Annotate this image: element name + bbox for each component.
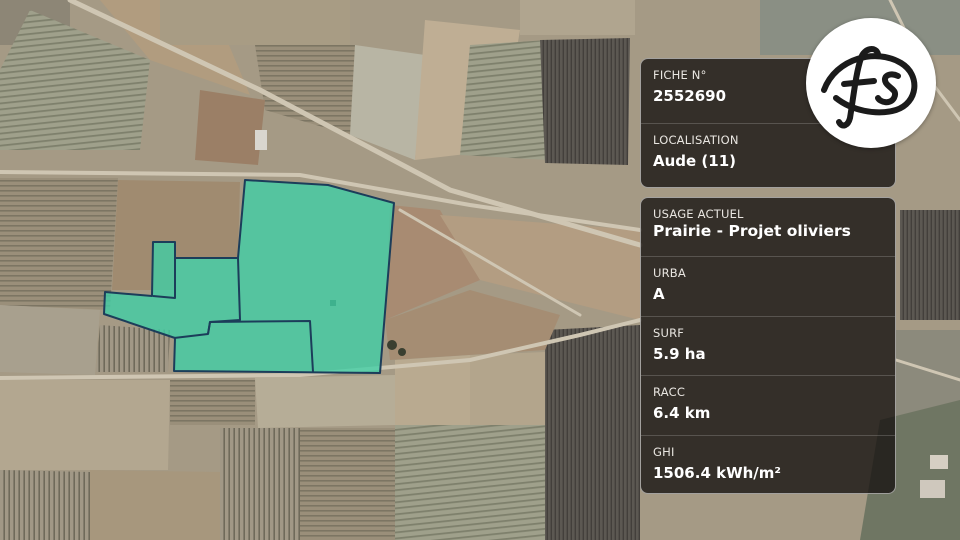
racc-value: 6.4 km bbox=[653, 404, 711, 423]
surf-value: 5.9 ha bbox=[653, 344, 706, 363]
usage-row: USAGE ACTUEL Prairie - Projet oliviers bbox=[641, 198, 895, 258]
racc-label: RACC bbox=[653, 385, 686, 400]
surf-label: SURF bbox=[653, 325, 685, 340]
racc-row: RACC 6.4 km bbox=[641, 376, 895, 436]
ghi-value: 1506.4 kWh/m² bbox=[653, 463, 781, 482]
fs-logo bbox=[806, 18, 936, 148]
fs-monogram-logo-icon bbox=[821, 46, 918, 129]
parcel-details-card: USAGE ACTUEL Prairie - Projet oliviers U… bbox=[640, 197, 896, 494]
ghi-row: GHI 1506.4 kWh/m² bbox=[641, 436, 895, 493]
urba-label: URBA bbox=[653, 266, 686, 281]
usage-label: USAGE ACTUEL bbox=[653, 207, 744, 221]
ghi-label: GHI bbox=[653, 444, 675, 459]
urba-row: URBA A bbox=[641, 257, 895, 317]
localisation-value: Aude (11) bbox=[653, 152, 737, 170]
urba-value: A bbox=[653, 285, 665, 304]
surf-row: SURF 5.9 ha bbox=[641, 317, 895, 377]
usage-value: Prairie - Projet oliviers bbox=[653, 222, 851, 240]
